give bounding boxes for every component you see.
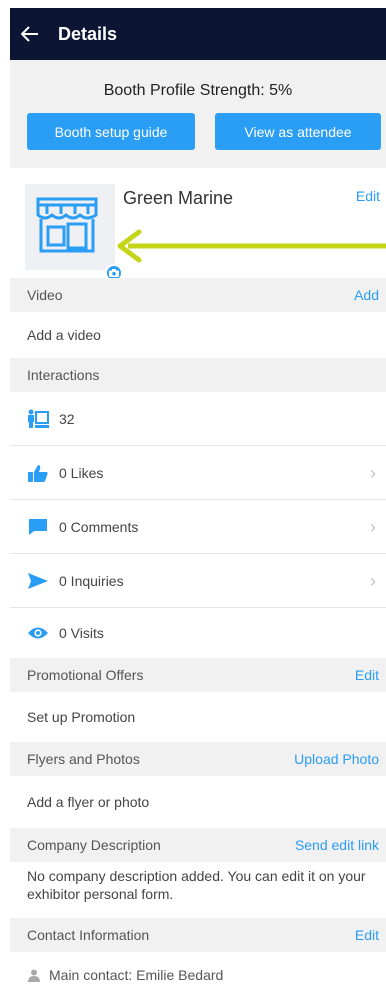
send-icon	[27, 571, 49, 591]
company-description-text: No company description added. You can ed…	[27, 868, 366, 902]
likes-label: 0 Likes	[59, 465, 104, 481]
chevron-right-icon: ›	[370, 570, 376, 591]
booth-setup-guide-button[interactable]: Booth setup guide	[27, 113, 195, 150]
company-name: Green Marine	[123, 188, 234, 208]
profile-strength-banner: Booth Profile Strength: 5% Booth setup g…	[10, 60, 386, 168]
inquiries-label: 0 Inquiries	[59, 573, 124, 589]
back-arrow-icon[interactable]	[10, 8, 50, 60]
video-section-header: Video Add	[10, 278, 386, 312]
booth-visitors-row: 32	[10, 392, 386, 446]
comment-icon	[27, 517, 49, 537]
add-flyer-label: Add a flyer or photo	[27, 794, 150, 810]
view-as-attendee-button[interactable]: View as attendee	[215, 113, 381, 150]
edit-profile-link[interactable]: Edit	[356, 188, 380, 204]
flyers-header-label: Flyers and Photos	[27, 751, 140, 767]
main-contact-row: Main contact: Emilie Bedard	[10, 952, 386, 998]
visits-label: 0 Visits	[59, 625, 104, 641]
contact-header-label: Contact Information	[27, 927, 150, 943]
storefront-icon	[36, 197, 98, 253]
booth-people-icon	[27, 409, 49, 429]
flyers-section-header: Flyers and Photos Upload Photo	[10, 742, 386, 776]
edit-contact-link[interactable]: Edit	[355, 927, 379, 943]
add-flyer-row[interactable]: Add a flyer or photo	[10, 776, 386, 828]
contact-section-header: Contact Information Edit	[10, 918, 386, 952]
comments-label: 0 Comments	[59, 519, 139, 535]
likes-row[interactable]: 0 Likes ›	[10, 446, 386, 500]
comments-row[interactable]: 0 Comments ›	[10, 500, 386, 554]
set-up-promotion-label: Set up Promotion	[27, 709, 136, 725]
visits-row: 0 Visits	[10, 608, 386, 658]
video-header-label: Video	[27, 287, 63, 303]
edit-promotional-link[interactable]: Edit	[355, 667, 379, 683]
thumbs-up-icon	[27, 463, 49, 483]
set-up-promotion-row[interactable]: Set up Promotion	[10, 692, 386, 742]
person-icon	[27, 965, 41, 985]
description-section-header: Company Description Send edit link	[10, 828, 386, 862]
upload-photo-link[interactable]: Upload Photo	[294, 751, 379, 767]
add-video-row[interactable]: Add a video	[10, 312, 386, 358]
profile-strength-text: Booth Profile Strength: 5%	[103, 82, 293, 99]
main-contact-label: Main contact: Emilie Bedard	[49, 967, 224, 983]
send-edit-link[interactable]: Send edit link	[295, 837, 379, 853]
description-header-label: Company Description	[27, 837, 161, 853]
company-logo[interactable]	[25, 184, 123, 282]
top-navbar: Details	[10, 8, 386, 60]
app-frame: Details Booth Profile Strength: 5% Booth…	[0, 0, 386, 998]
interactions-section-header: Interactions	[10, 358, 386, 392]
page-title: Details	[58, 23, 118, 44]
promotional-header-label: Promotional Offers	[27, 667, 144, 683]
add-video-link[interactable]: Add	[354, 287, 379, 303]
promotional-section-header: Promotional Offers Edit	[10, 658, 386, 692]
chevron-right-icon: ›	[370, 516, 376, 537]
eye-icon	[27, 623, 49, 643]
annotation-arrow	[117, 229, 386, 263]
booth-visitors-count: 32	[59, 411, 75, 427]
add-video-label: Add a video	[27, 327, 101, 343]
inquiries-row[interactable]: 0 Inquiries ›	[10, 554, 386, 608]
interactions-header-label: Interactions	[27, 367, 100, 383]
chevron-right-icon: ›	[370, 462, 376, 483]
